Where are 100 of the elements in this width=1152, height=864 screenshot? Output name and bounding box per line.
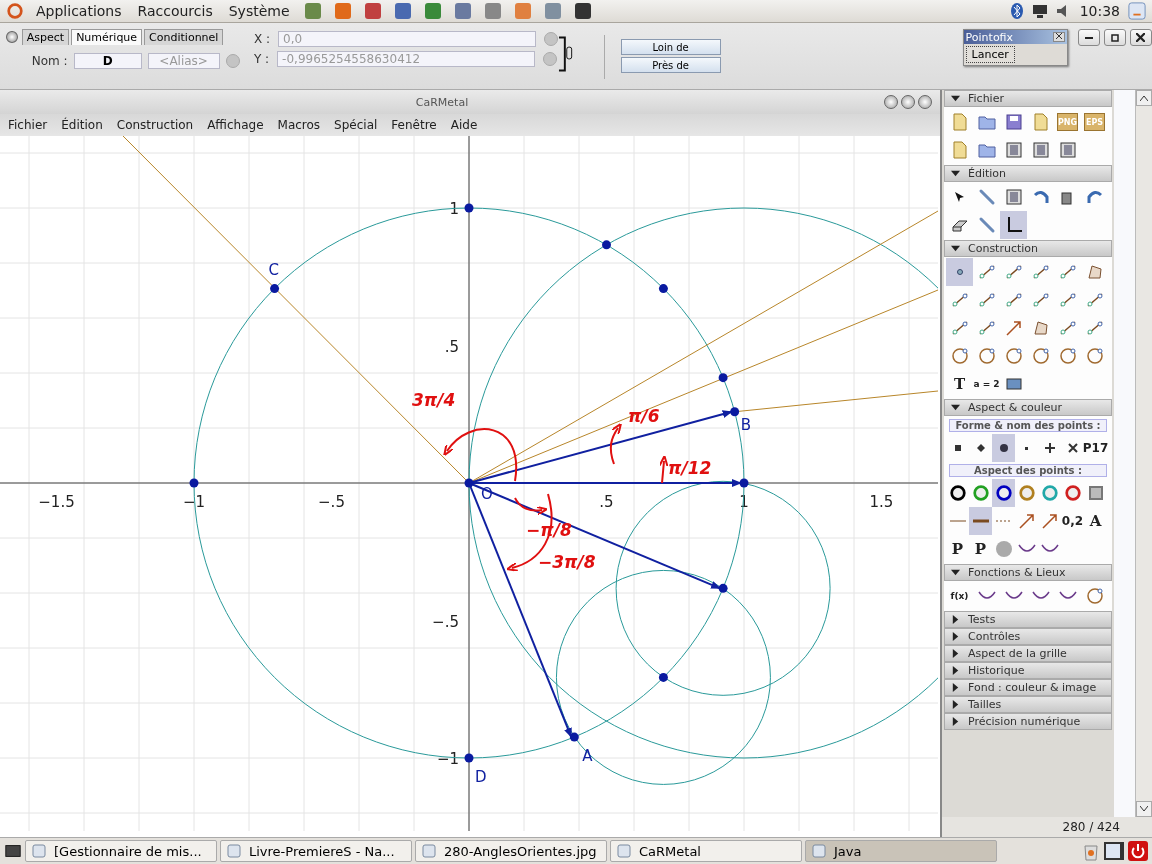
palette-section-header[interactable]: Fond : couleur & image — [944, 679, 1112, 696]
circle-tool-icon — [1084, 586, 1105, 606]
square-point-icon — [954, 445, 961, 451]
tool-button[interactable]: T — [946, 370, 973, 398]
handwritten-angle: 3π/4 — [412, 390, 456, 410]
dotted-line-icon — [995, 520, 1012, 522]
window-icon — [227, 844, 241, 858]
section-title: Construction — [968, 242, 1039, 255]
bluetooth-icon[interactable] — [1009, 2, 1024, 20]
palette-section-header[interactable]: Tests — [944, 611, 1112, 628]
angle-arc-arrow — [609, 422, 622, 465]
menu-item[interactable]: Fenêtre — [391, 118, 437, 132]
line-tool-icon — [1003, 262, 1024, 282]
maximize-button[interactable] — [1104, 29, 1126, 46]
network-icon[interactable] — [1031, 3, 1048, 19]
palette-section-header[interactable]: Précision numérique — [944, 713, 1112, 730]
window-button[interactable] — [884, 95, 898, 109]
link-bracket-icon[interactable] — [558, 35, 574, 73]
palette-section-header[interactable]: Fonctions & Lieux — [944, 564, 1112, 581]
line-tool-icon — [949, 318, 970, 338]
line-tool-icon — [1057, 290, 1078, 310]
axis-tick-label: .5 — [599, 493, 614, 511]
line-tool-icon — [1030, 290, 1051, 310]
axis-tick-label: 1.5 — [869, 493, 894, 511]
section-title: Historique — [968, 664, 1025, 677]
point-marker — [718, 373, 728, 383]
palette-section-header[interactable]: Aspect de la grille — [944, 645, 1112, 662]
java-app-icon[interactable] — [1103, 841, 1125, 861]
close-button[interactable] — [1130, 29, 1152, 46]
tool-button[interactable]: f(x) — [946, 582, 973, 610]
inspector-tab[interactable]: Numérique — [71, 29, 143, 45]
panel-menu[interactable]: Applications — [32, 3, 126, 19]
menu-item[interactable]: Édition — [61, 118, 103, 132]
close-icon — [1056, 33, 1062, 39]
palette-section-header[interactable]: Contrôles — [944, 628, 1112, 645]
taskbar-button[interactable]: Livre-PremiereS - Na... — [220, 840, 412, 862]
menu-item[interactable]: Affichage — [207, 118, 264, 132]
menu-item[interactable]: Spécial — [334, 118, 378, 132]
action-button[interactable]: Près de — [620, 57, 721, 73]
line-tool-icon — [976, 318, 997, 338]
taskbar-button[interactable]: CaRMetal — [610, 840, 802, 862]
palette-section-header[interactable]: Édition — [944, 165, 1112, 182]
palette-section-header[interactable]: Historique — [944, 662, 1112, 679]
point-label: A — [582, 747, 593, 766]
menu-item[interactable]: Fichier — [8, 118, 48, 132]
window-icon — [617, 844, 631, 858]
tool-button[interactable]: P17 — [1084, 434, 1107, 462]
film-strip-icon — [1030, 140, 1051, 160]
film-strip-icon — [1003, 140, 1024, 160]
minimize-button[interactable] — [1078, 29, 1100, 46]
caret-up-icon — [1140, 95, 1148, 101]
tool-button[interactable] — [992, 479, 1015, 507]
panel-menu[interactable]: Système — [224, 3, 294, 19]
circle-tool-icon — [1003, 346, 1024, 366]
alias-input[interactable]: <Alias> — [147, 53, 220, 69]
grip-knob[interactable] — [6, 31, 18, 43]
action-button[interactable]: Loin de — [620, 39, 721, 55]
taskbar-button[interactable]: 280-AnglesOrientes.jpg — [415, 840, 607, 862]
scroll-up-button[interactable] — [1136, 90, 1152, 106]
window-button[interactable] — [901, 95, 915, 109]
palette-section-header[interactable]: Aspect & couleur — [944, 399, 1112, 416]
palette-subheading: Forme & nom des points : — [949, 419, 1107, 432]
show-desktop-icon[interactable] — [4, 842, 22, 860]
menu-item[interactable]: Macros — [277, 118, 321, 132]
inspector-tab[interactable]: Conditionnel — [144, 29, 224, 45]
tool-button[interactable]: 0,2 — [1061, 507, 1084, 535]
panel-menu[interactable]: Raccourcis — [133, 3, 217, 19]
tool-button[interactable]: P — [969, 535, 992, 563]
point-icon — [956, 269, 963, 275]
menu-item[interactable]: Aide — [450, 118, 478, 132]
section-title: Contrôles — [968, 630, 1021, 643]
axis-tick-label: −1.5 — [38, 493, 75, 511]
tool-button[interactable]: A — [1084, 507, 1107, 535]
scrollbar[interactable] — [1135, 90, 1152, 817]
menu-item[interactable]: Construction — [116, 118, 194, 132]
close-button[interactable] — [1053, 32, 1065, 42]
point-marker — [658, 672, 668, 682]
tool-button[interactable]: a = 2 — [973, 370, 1000, 398]
taskbar-button[interactable]: Java — [805, 840, 997, 862]
name-input[interactable]: D — [73, 53, 142, 69]
inspector-tab[interactable]: Aspect — [21, 29, 70, 45]
palette-section-header[interactable]: Tailles — [944, 696, 1112, 713]
x-label: X : — [253, 32, 270, 46]
film-strip-icon — [1003, 187, 1024, 207]
scroll-down-button[interactable] — [1136, 801, 1152, 817]
clock[interactable]: 10:38 — [1079, 3, 1120, 19]
window-button[interactable] — [918, 95, 932, 109]
taskbar-button[interactable]: [Gestionnaire de mis... — [25, 840, 217, 862]
axis-tick-label: .5 — [444, 337, 459, 356]
section-title: Fichier — [968, 92, 1004, 105]
palette-section-header[interactable]: Fichier — [944, 90, 1112, 107]
tool-button[interactable] — [992, 434, 1015, 462]
section-title: Tests — [968, 613, 996, 626]
palette-section-header[interactable]: Construction — [944, 240, 1112, 257]
tool-button[interactable]: P — [946, 535, 969, 563]
launch-button[interactable]: Lancer — [965, 46, 1015, 63]
tool-button[interactable] — [1000, 211, 1027, 239]
distro-logo-icon[interactable] — [6, 2, 24, 20]
circle-tool-icon — [976, 346, 997, 366]
power-icon[interactable] — [1128, 841, 1148, 861]
